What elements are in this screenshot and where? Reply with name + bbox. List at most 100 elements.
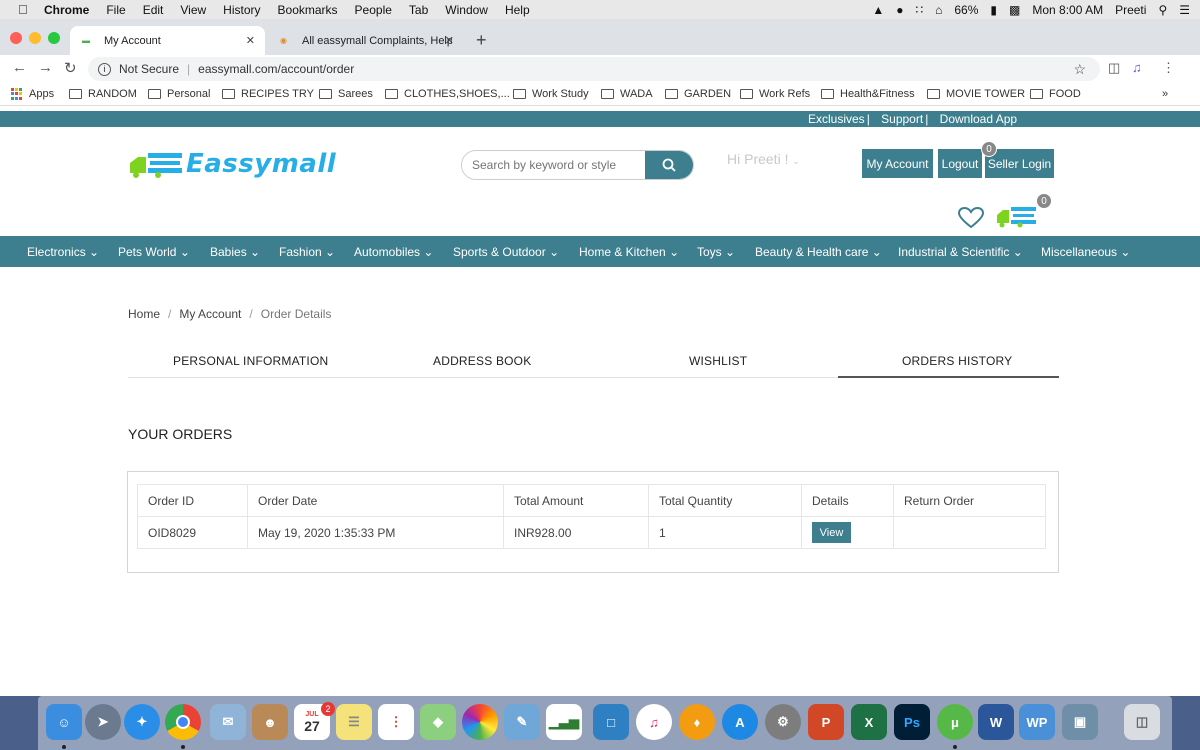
category-fashion[interactable]: Fashion ⌄	[279, 245, 335, 259]
bookmark-folder[interactable]: WADA	[601, 88, 653, 100]
bookmark-folder[interactable]: RECIPES TRY	[222, 88, 314, 100]
tab-my-account[interactable]: ▬ My Account ✕	[70, 26, 265, 55]
input-source-icon[interactable]: ▩	[1009, 3, 1020, 17]
tab-orders-history[interactable]: ORDERS HISTORY	[902, 354, 1012, 368]
support-link[interactable]: Support	[881, 112, 923, 126]
category-industrial-scientific[interactable]: Industrial & Scientific ⌄	[898, 245, 1023, 259]
menu-view[interactable]: View	[180, 3, 206, 17]
apple-menu-icon[interactable]: 	[18, 2, 34, 17]
system-preferences-icon[interactable]: ⚙	[765, 704, 801, 740]
bookmark-folder[interactable]: FOOD	[1030, 88, 1081, 100]
chrome-icon[interactable]	[165, 704, 201, 740]
maps-icon[interactable]: ◆	[420, 704, 456, 740]
category-pets-world[interactable]: Pets World ⌄	[118, 245, 190, 259]
wordperfect-icon[interactable]: WP	[1019, 704, 1055, 740]
reminders-icon[interactable]: ⋮	[378, 704, 414, 740]
battery-icon[interactable]: ▮	[990, 3, 997, 17]
accessibility-icon[interactable]: ●	[896, 3, 903, 17]
bookmark-folder[interactable]: Work Study	[513, 88, 589, 100]
notes-icon[interactable]: ☰	[336, 704, 372, 740]
category-miscellaneous[interactable]: Miscellaneous ⌄	[1041, 245, 1130, 259]
menu-history[interactable]: History	[223, 3, 260, 17]
menu-help[interactable]: Help	[505, 3, 530, 17]
category-automobiles[interactable]: Automobiles ⌄	[354, 245, 433, 259]
menu-people[interactable]: People	[355, 3, 392, 17]
finder-icon[interactable]: ☺	[46, 704, 82, 740]
close-window-button[interactable]	[10, 32, 22, 44]
bookmark-folder[interactable]: GARDEN	[665, 88, 731, 100]
tab-wishlist[interactable]: WISHLIST	[689, 354, 747, 368]
menu-file[interactable]: File	[106, 3, 125, 17]
safari-icon[interactable]: ✦	[124, 704, 160, 740]
preview-icon[interactable]: ✎	[504, 704, 540, 740]
trash-icon[interactable]: ◫	[1124, 704, 1160, 740]
category-electronics[interactable]: Electronics ⌄	[27, 245, 99, 259]
app-store-icon[interactable]: A	[722, 704, 758, 740]
bookmark-star-icon[interactable]: ☆	[1073, 61, 1086, 78]
bookmark-apps[interactable]: Apps	[11, 88, 54, 100]
cart-button[interactable]: 0	[996, 193, 1052, 232]
tab-address-book[interactable]: ADDRESS BOOK	[433, 354, 531, 368]
minimize-window-button[interactable]	[29, 32, 41, 44]
menu-app-name[interactable]: Chrome	[44, 3, 89, 17]
url-text[interactable]: eassymall.com/account/order	[198, 62, 354, 76]
breadcrumb-my-account[interactable]: My Account	[179, 307, 241, 321]
eassymall-logo[interactable]: Eassymall	[128, 149, 336, 179]
category-sports-outdoor[interactable]: Sports & Outdoor ⌄	[453, 245, 559, 259]
numbers-icon[interactable]: ▁▃▅	[546, 704, 582, 740]
more-bookmarks-icon[interactable]: »	[1162, 88, 1168, 100]
logout-button[interactable]: Logout	[938, 149, 982, 178]
menu-window[interactable]: Window	[445, 3, 488, 17]
user-name[interactable]: Preeti	[1115, 3, 1146, 17]
menu-bookmarks[interactable]: Bookmarks	[278, 3, 338, 17]
contacts-icon[interactable]: ☻	[252, 704, 288, 740]
bookmark-folder[interactable]: Health&Fitness	[821, 88, 915, 100]
bookmark-folder[interactable]: MOVIE TOWER	[927, 88, 1025, 100]
menu-tab[interactable]: Tab	[409, 3, 428, 17]
search-input[interactable]	[462, 151, 645, 179]
image-capture-icon[interactable]: ▣	[1062, 704, 1098, 740]
tab-complaints[interactable]: ◉ All eassymall Complaints, Help ✕	[268, 26, 464, 55]
battery-percent[interactable]: 66%	[954, 3, 978, 17]
extension-icon[interactable]: ♫	[1132, 60, 1142, 75]
photos-icon[interactable]	[462, 704, 498, 740]
notification-center-icon[interactable]: ☰	[1179, 3, 1190, 17]
photoshop-icon[interactable]: Ps	[894, 704, 930, 740]
excel-icon[interactable]: X	[851, 704, 887, 740]
launchpad-icon[interactable]: ➤	[85, 704, 121, 740]
my-account-button[interactable]: My Account	[862, 149, 933, 178]
bookmark-folder[interactable]: Sarees	[319, 88, 373, 100]
category-toys[interactable]: Toys ⌄	[697, 245, 735, 259]
close-tab-icon[interactable]: ✕	[246, 34, 255, 47]
new-tab-button[interactable]: +	[476, 30, 487, 51]
search-button[interactable]	[645, 151, 693, 179]
chrome-menu-icon[interactable]: ⋮	[1162, 60, 1175, 76]
word-icon[interactable]: W	[978, 704, 1014, 740]
download-app-link[interactable]: Download App	[940, 112, 1017, 126]
view-order-button[interactable]: View	[812, 522, 851, 543]
reload-icon[interactable]: ↻	[64, 59, 77, 77]
category-home-kitchen[interactable]: Home & Kitchen ⌄	[579, 245, 679, 259]
wifi-icon[interactable]: ⌂	[935, 3, 942, 17]
exclusives-link[interactable]: Exclusives	[808, 112, 865, 126]
zoom-window-button[interactable]	[48, 32, 60, 44]
menu-edit[interactable]: Edit	[143, 3, 164, 17]
category-beauty-health[interactable]: Beauty & Health care ⌄	[755, 245, 882, 259]
back-arrow-icon[interactable]: ←	[12, 59, 27, 76]
address-bar[interactable]: i Not Secure | eassymall.com/account/ord…	[88, 57, 1100, 81]
adobe-icon[interactable]: ▲	[872, 3, 884, 17]
itunes-icon[interactable]: ♫	[636, 704, 672, 740]
mail-icon[interactable]: ✉	[210, 704, 246, 740]
close-tab-icon[interactable]: ✕	[445, 34, 454, 47]
breadcrumb-home[interactable]: Home	[128, 307, 160, 321]
bookmark-folder[interactable]: RANDOM	[69, 88, 137, 100]
wishlist-heart-icon[interactable]	[958, 207, 984, 229]
cast-icon[interactable]: ◫	[1108, 60, 1120, 76]
user-greeting-dropdown[interactable]: Hi Preeti ! ⌄	[727, 151, 800, 167]
keynote-icon[interactable]: □	[593, 704, 629, 740]
clock[interactable]: Mon 8:00 AM	[1032, 3, 1103, 17]
bookmark-folder[interactable]: CLOTHES,SHOES,...	[385, 88, 510, 100]
powerpoint-icon[interactable]: P	[808, 704, 844, 740]
books-icon[interactable]: ♦	[679, 704, 715, 740]
bookmark-folder[interactable]: Personal	[148, 88, 210, 100]
